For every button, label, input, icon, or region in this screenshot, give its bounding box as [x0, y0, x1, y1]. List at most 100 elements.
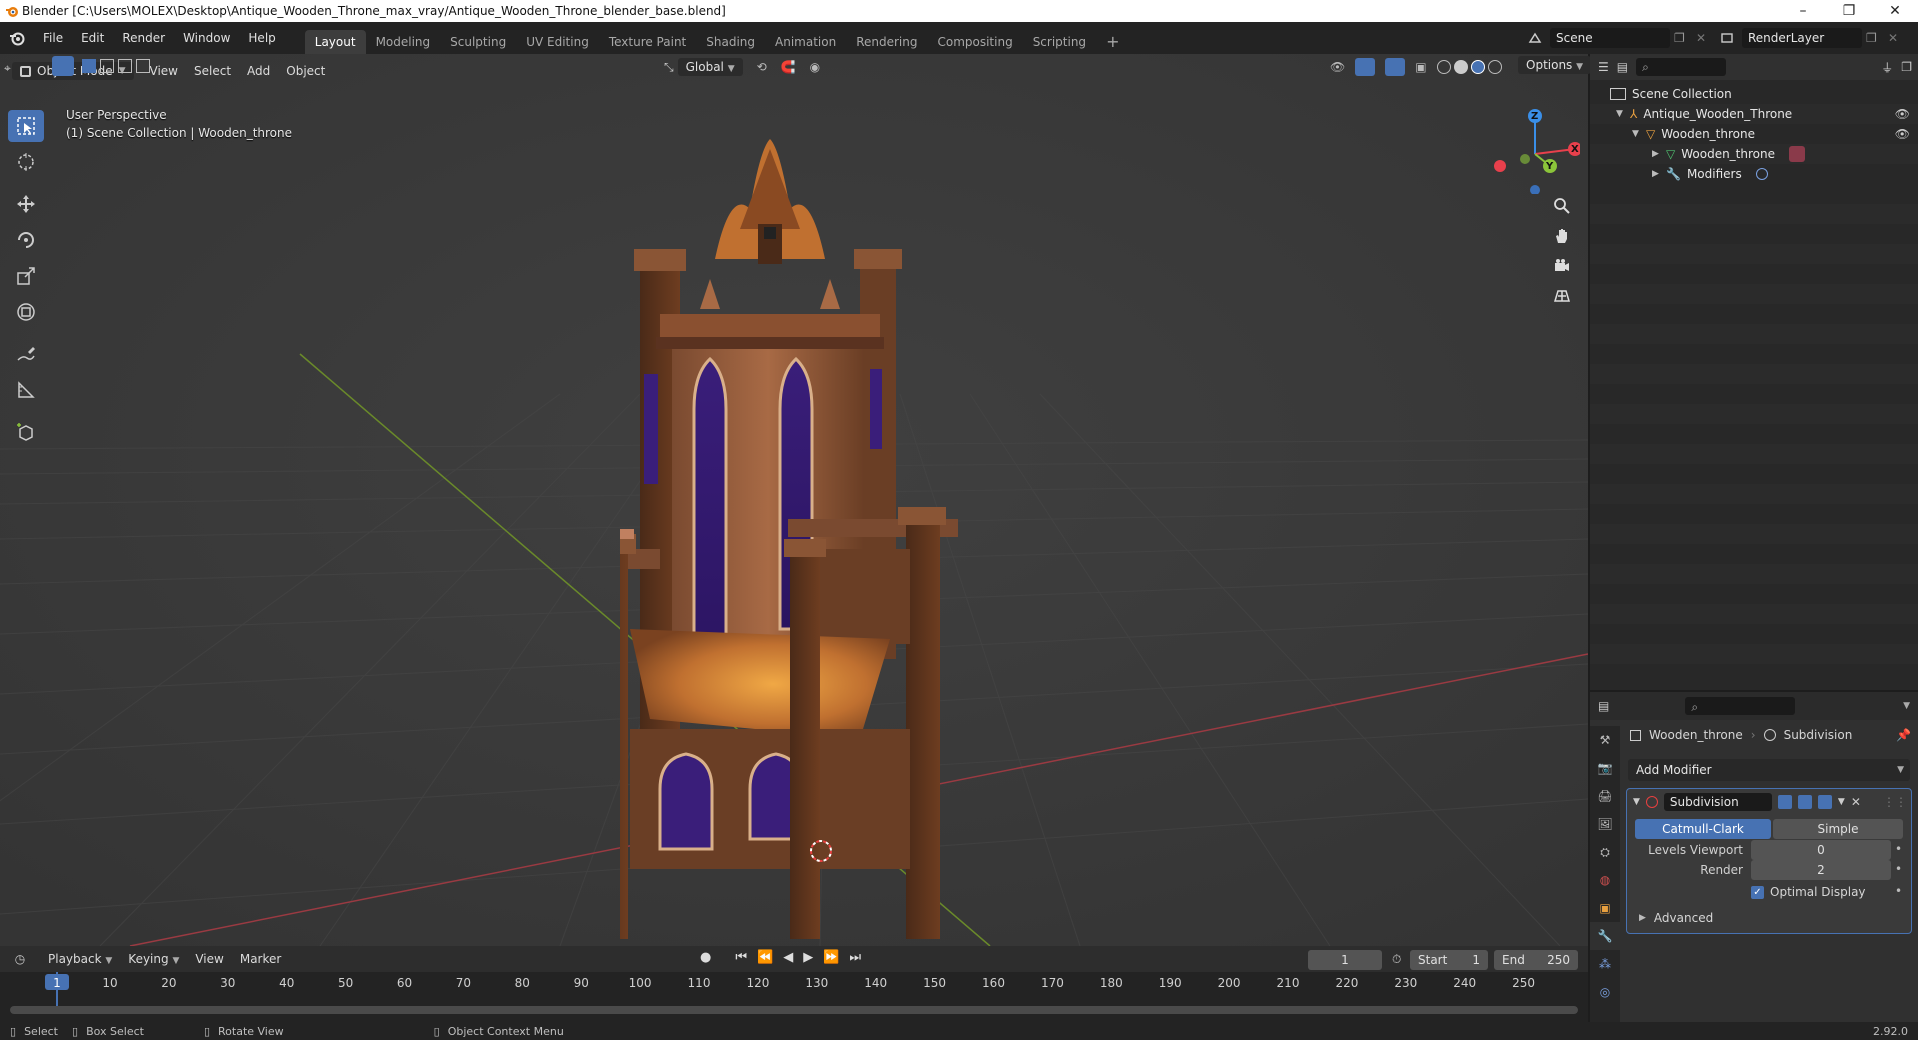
outliner-row-antique-wooden-throne[interactable]: ▼ ⅄ Antique_Wooden_Throne 👁	[1590, 104, 1918, 124]
move-icon[interactable]	[8, 188, 44, 220]
particles-tab-icon[interactable]: ⁂	[1590, 950, 1620, 978]
tab-scripting[interactable]: Scripting	[1023, 30, 1096, 54]
modifier-name-field[interactable]: Subdivision	[1663, 793, 1772, 811]
chevron-down-icon[interactable]: ▼	[1903, 701, 1910, 711]
overlay-toggle-icon[interactable]	[1385, 58, 1406, 76]
optimal-display-checkbox[interactable]: ✓	[1751, 885, 1764, 899]
blender-menu-icon[interactable]	[0, 30, 34, 46]
render-layer-icon[interactable]	[1716, 31, 1738, 45]
orientation-dropdown[interactable]: Global ▼	[677, 58, 743, 76]
expand-arrow-icon[interactable]: ▼	[1632, 129, 1646, 139]
tab-animation[interactable]: Animation	[765, 30, 846, 54]
expand-arrow-icon[interactable]: ▼	[1616, 109, 1630, 119]
edit-mode-toggle-icon[interactable]	[1777, 795, 1792, 809]
outliner-row-scene-collection[interactable]: Scene Collection	[1590, 84, 1918, 104]
render-levels-field[interactable]: 2	[1751, 860, 1891, 880]
add-workspace-button[interactable]: +	[1096, 30, 1129, 54]
simple-button[interactable]: Simple	[1773, 819, 1903, 839]
tab-layout[interactable]: Layout	[304, 30, 366, 54]
remove-modifier-icon[interactable]: ✕	[1851, 795, 1861, 809]
selection-modes-icon[interactable]	[76, 56, 166, 76]
tool-tab-icon[interactable]: ⚒	[1590, 726, 1620, 754]
render-layer-field[interactable]: RenderLayer	[1742, 28, 1862, 48]
menu-render[interactable]: Render	[113, 22, 174, 54]
editor-type-button[interactable]: ⌖	[4, 58, 48, 78]
tab-sculpting[interactable]: Sculpting	[440, 30, 516, 54]
chevron-down-icon[interactable]: ▼	[1838, 797, 1845, 807]
snap-icon[interactable]: 🧲	[781, 60, 796, 74]
drag-handle-icon[interactable]: ⋮⋮	[1883, 795, 1907, 809]
menu-help[interactable]: Help	[239, 22, 284, 54]
outliner-row-modifiers[interactable]: ▶ 🔧 Modifiers	[1590, 164, 1918, 184]
expand-arrow-icon[interactable]: ▶	[1652, 149, 1666, 159]
tab-compositing[interactable]: Compositing	[927, 30, 1022, 54]
advanced-subpanel-header[interactable]: ▶ Advanced	[1639, 911, 1713, 925]
scene-name-field[interactable]: Scene	[1550, 28, 1670, 48]
minimize-button[interactable]: –	[1780, 0, 1826, 22]
wooden-throne-model[interactable]	[620, 109, 1020, 939]
properties-search-input[interactable]: ⌕	[1685, 697, 1796, 715]
outliner-row-wooden-throne[interactable]: ▼ ▽ Wooden_throne 👁	[1590, 124, 1918, 144]
material-shading-icon[interactable]	[1470, 60, 1485, 74]
keyframe-dot-icon[interactable]: •	[1895, 842, 1902, 856]
pin-icon[interactable]: 📌	[1896, 728, 1911, 742]
new-scene-icon[interactable]: ❐	[1674, 31, 1692, 45]
menu-window[interactable]: Window	[174, 22, 239, 54]
rendered-shading-icon[interactable]	[1487, 60, 1502, 74]
physics-tab-icon[interactable]: ◎	[1590, 978, 1620, 1006]
measure-icon[interactable]	[8, 374, 44, 406]
tab-rendering[interactable]: Rendering	[846, 30, 927, 54]
subdivision-modifier-icon[interactable]	[1755, 168, 1768, 180]
properties-editor-icon[interactable]: ▤	[1598, 699, 1609, 713]
world-tab-icon[interactable]: ◍	[1590, 866, 1620, 894]
material-icon[interactable]	[1789, 146, 1805, 162]
levels-viewport-field[interactable]: 0	[1751, 840, 1891, 860]
render-toggle-icon[interactable]	[1817, 795, 1832, 809]
pivot-icon[interactable]: ⟲	[757, 60, 767, 74]
transform-icon[interactable]	[8, 296, 44, 328]
delete-layer-icon[interactable]: ✕	[1888, 31, 1904, 45]
new-layer-icon[interactable]: ❐	[1866, 31, 1884, 45]
outliner-row-mesh-data[interactable]: ▶ ▽ Wooden_throne	[1590, 144, 1918, 164]
close-window-button[interactable]: ✕	[1872, 0, 1918, 22]
gizmo-toggle-icon[interactable]	[1355, 58, 1376, 76]
viewport-display-toggle-icon[interactable]	[1797, 795, 1812, 809]
zoom-icon[interactable]	[1548, 192, 1576, 220]
tab-uv-editing[interactable]: UV Editing	[516, 30, 599, 54]
visibility-eye-icon[interactable]: 👁	[1895, 107, 1910, 121]
restore-button[interactable]: ❐	[1826, 0, 1872, 22]
keyframe-dot-icon[interactable]: •	[1895, 884, 1902, 898]
rotate-icon[interactable]	[8, 224, 44, 256]
visibility-eye-icon[interactable]: 👁	[1895, 127, 1910, 141]
tab-modeling[interactable]: Modeling	[366, 30, 441, 54]
ortho-grid-icon[interactable]	[1548, 282, 1576, 310]
solid-shading-icon[interactable]	[1453, 60, 1468, 74]
view-layer-tab-icon[interactable]: 🖼	[1590, 810, 1620, 838]
display-mode-icon[interactable]: ▤	[1617, 60, 1628, 74]
optimal-display-row[interactable]: ✓ Optimal Display	[1751, 885, 1866, 899]
outliner-editor-icon[interactable]: ☰	[1598, 60, 1609, 74]
delete-scene-icon[interactable]: ✕	[1696, 31, 1712, 45]
object-tab-icon[interactable]: ▣	[1590, 894, 1620, 922]
visibility-icon[interactable]: 👁	[1330, 60, 1345, 74]
add-modifier-dropdown[interactable]: Add Modifier ▼	[1628, 759, 1910, 781]
add-cube-icon[interactable]	[8, 416, 44, 448]
wireframe-shading-icon[interactable]	[1436, 60, 1451, 74]
annotate-icon[interactable]	[8, 338, 44, 370]
tab-texture-paint[interactable]: Texture Paint	[599, 30, 696, 54]
render-tab-icon[interactable]: 📷	[1590, 754, 1620, 782]
cursor-icon[interactable]	[8, 146, 44, 178]
options-dropdown[interactable]: Options ▼	[1518, 56, 1592, 74]
3d-viewport[interactable]: Object Mode ▼ View Select Add Object Use…	[0, 54, 1588, 946]
xray-icon[interactable]: ▣	[1415, 60, 1426, 74]
modifier-tab-icon[interactable]: 🔧	[1590, 922, 1620, 950]
pan-hand-icon[interactable]	[1548, 222, 1576, 250]
catmull-clark-button[interactable]: Catmull-Clark	[1635, 819, 1771, 839]
menu-edit[interactable]: Edit	[72, 22, 113, 54]
select-box-icon[interactable]	[8, 110, 44, 142]
output-tab-icon[interactable]: 🖨	[1590, 782, 1620, 810]
scene-tab-icon[interactable]: ⛭	[1590, 838, 1620, 866]
viewport-menu-select[interactable]: Select	[186, 64, 239, 78]
collapse-arrow-icon[interactable]: ▼	[1633, 797, 1640, 807]
tab-shading[interactable]: Shading	[696, 30, 765, 54]
